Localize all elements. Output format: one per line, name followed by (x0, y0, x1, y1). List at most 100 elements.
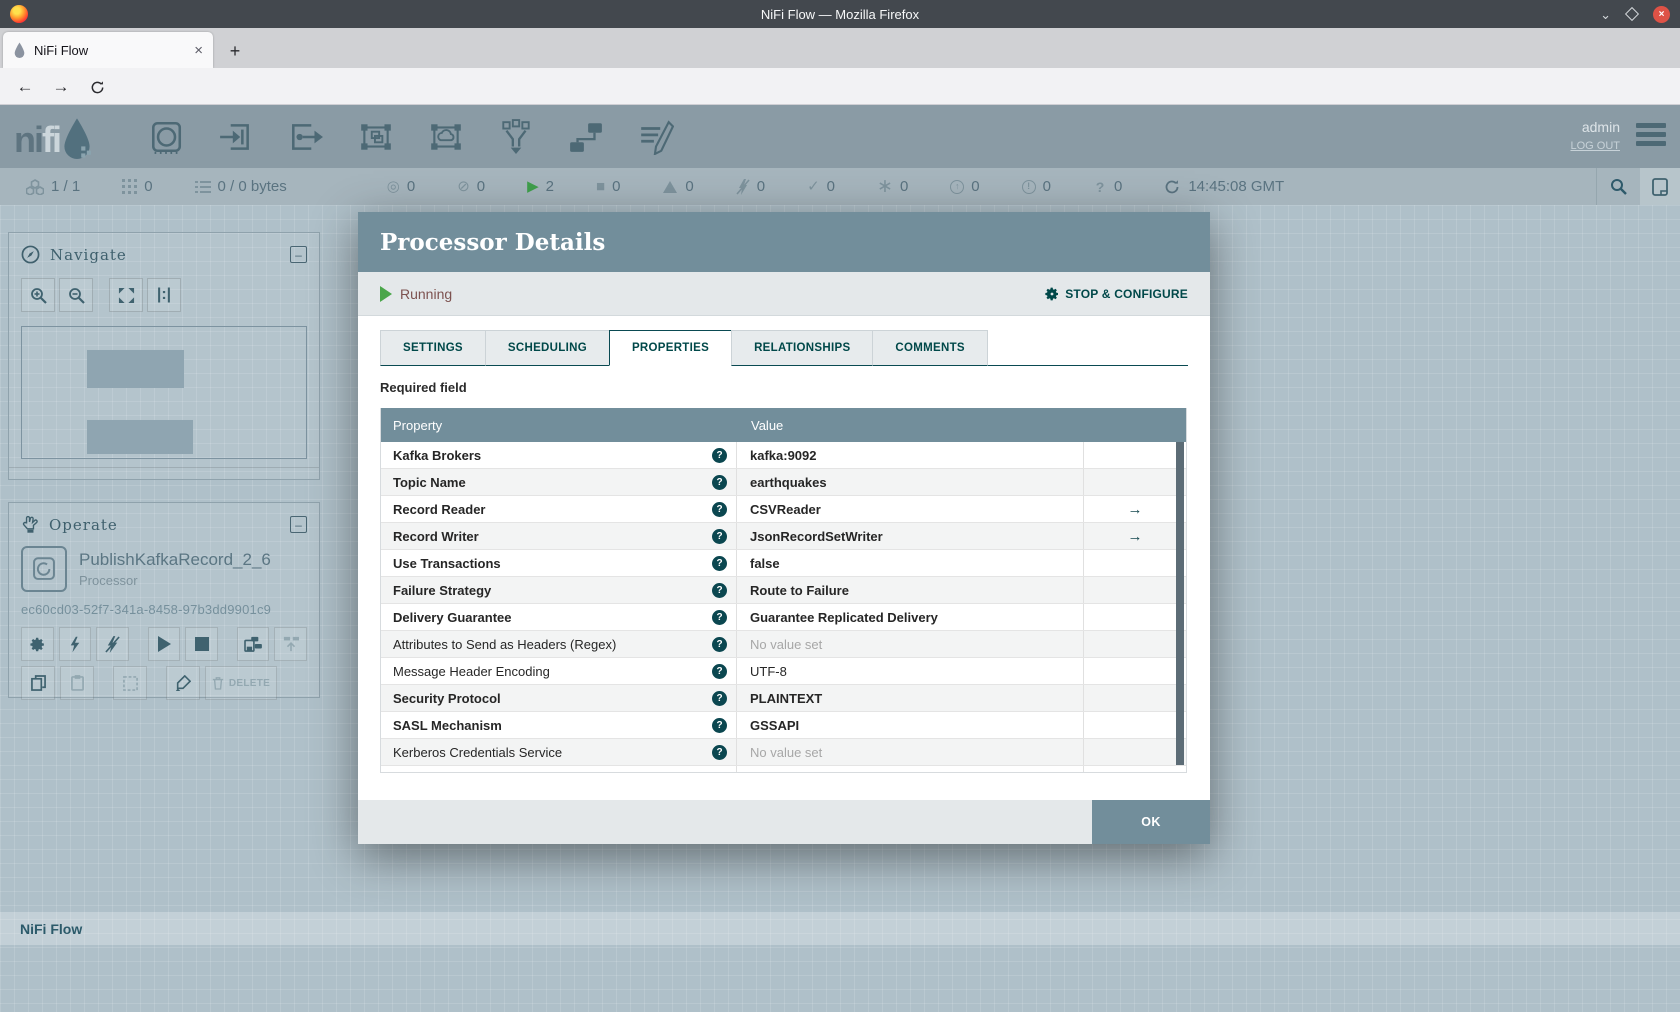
table-row[interactable]: Record Writer? JsonRecordSetWriter → (381, 523, 1186, 550)
table-row[interactable]: Kerberos Credentials Service? No value s… (381, 739, 1186, 766)
zoom-fit-button[interactable] (109, 278, 143, 312)
go-to-service-arrow[interactable]: → (1084, 496, 1186, 522)
help-icon[interactable]: ? (712, 717, 727, 733)
dialog-status-row: Running STOP & CONFIGURE (358, 272, 1210, 316)
new-tab-button[interactable]: + (222, 38, 248, 64)
value-column-header: Value (751, 417, 784, 433)
zoom-in-button[interactable] (21, 278, 55, 312)
save-flow-version-button[interactable] (236, 627, 270, 661)
zoom-out-button[interactable] (59, 278, 93, 312)
tab-relationships[interactable]: RELATIONSHIPS (731, 330, 874, 366)
disable-button[interactable] (96, 627, 130, 661)
browser-tab[interactable]: NiFi Flow × (3, 32, 213, 68)
table-row[interactable]: Failure Strategy? Route to Failure (381, 577, 1186, 604)
tab-scheduling[interactable]: SCHEDULING (484, 330, 610, 366)
running-state-icon (380, 285, 392, 302)
table-row[interactable]: Attributes to Send as Headers (Regex)? N… (381, 631, 1186, 658)
table-row[interactable]: Use Transactions? false (381, 550, 1186, 577)
output-port-icon[interactable] (288, 119, 324, 155)
breadcrumb[interactable]: NiFi Flow (20, 921, 82, 937)
minimap-component (87, 420, 193, 454)
collapse-navigate-button[interactable]: – (290, 246, 307, 263)
collapse-operate-button[interactable]: – (290, 516, 307, 533)
help-icon[interactable]: ? (712, 555, 727, 571)
enable-button[interactable] (58, 627, 92, 661)
table-row[interactable]: Topic Name? earthquakes (381, 469, 1186, 496)
input-port-icon[interactable] (218, 119, 254, 155)
forward-button[interactable]: → (46, 73, 76, 101)
table-row[interactable]: Record Reader? CSVReader → (381, 496, 1186, 523)
tab-settings[interactable]: SETTINGS (380, 330, 486, 366)
reload-button[interactable] (82, 73, 112, 101)
window-maximize-icon[interactable] (1624, 6, 1640, 22)
window-close-icon[interactable]: × (1653, 5, 1670, 23)
birdseye-minimap[interactable] (21, 326, 307, 459)
last-refresh: 14:45:08 GMT (1164, 178, 1284, 195)
configure-button[interactable] (21, 627, 54, 661)
window-shade-icon[interactable]: ⌄ (1600, 8, 1611, 21)
queued-icon (194, 180, 211, 193)
zoom-actual-size-button[interactable]: |:| (147, 278, 181, 312)
table-row[interactable]: Kerberos Service Name? No value set (381, 766, 1186, 772)
transmitting-icon: ◎ (386, 178, 400, 195)
stop-button[interactable] (185, 627, 218, 661)
back-button[interactable]: ← (10, 73, 40, 101)
group-button[interactable] (113, 666, 147, 700)
table-scrollbar[interactable] (1176, 442, 1184, 765)
search-button[interactable] (1596, 168, 1640, 205)
help-icon[interactable]: ? (712, 528, 727, 544)
help-icon[interactable]: ? (712, 744, 727, 760)
table-row[interactable]: Kafka Brokers? kafka:9092 (381, 442, 1186, 469)
table-row[interactable]: SASL Mechanism? GSSAPI (381, 712, 1186, 739)
funnel-icon[interactable] (498, 119, 534, 155)
table-row[interactable]: Security Protocol? PLAINTEXT (381, 685, 1186, 712)
help-icon[interactable]: ? (712, 690, 727, 706)
minimap-component (87, 350, 184, 388)
go-to-service-arrow[interactable]: → (1084, 523, 1186, 549)
help-icon[interactable]: ? (712, 609, 727, 625)
ok-button[interactable]: OK (1092, 800, 1210, 844)
stop-and-configure-button[interactable]: STOP & CONFIGURE (1044, 286, 1188, 302)
processor-icon[interactable] (148, 119, 184, 155)
table-row[interactable]: Message Header Encoding? UTF-8 (381, 658, 1186, 685)
copy-button[interactable] (21, 666, 55, 700)
logout-link[interactable]: LOG OUT (1570, 140, 1620, 152)
help-icon[interactable]: ? (712, 663, 727, 679)
help-icon[interactable]: ? (712, 582, 727, 598)
nifi-header: nifi admin LOG OUT (0, 105, 1680, 168)
navigate-palette: Navigate – |:| (8, 232, 320, 480)
dialog-footer: OK (358, 800, 1210, 844)
configure-gear-icon (1045, 287, 1059, 300)
tab-comments[interactable]: COMMENTS (872, 330, 988, 366)
revert-flow-version-button[interactable] (274, 627, 307, 661)
refresh-icon[interactable] (1164, 179, 1180, 195)
delete-button[interactable]: DELETE (205, 666, 277, 700)
help-icon[interactable]: ? (712, 474, 727, 490)
help-icon[interactable]: ? (712, 501, 727, 517)
bulletin-panel-button[interactable] (1640, 168, 1680, 205)
status-stale: ↑ 0 (950, 178, 980, 195)
not-transmitting-icon: ⊘ (457, 178, 470, 195)
remote-process-group-icon[interactable] (428, 119, 464, 155)
help-icon[interactable]: ? (712, 636, 727, 652)
global-menu-icon[interactable] (1636, 123, 1666, 146)
template-icon[interactable] (568, 119, 604, 155)
nifi-statusbar: 1 / 1 0 0 / 0 bytes ◎ 0 ⊘ 0 ▶ 2 ■ 0 0 0 … (0, 168, 1680, 205)
properties-table-body: Kafka Brokers? kafka:9092 Topic Name? ea… (381, 442, 1186, 772)
required-field-note: Required field (380, 380, 467, 395)
color-button[interactable] (166, 666, 200, 700)
process-group-icon[interactable] (358, 119, 394, 155)
tab-close-icon[interactable]: × (194, 43, 203, 58)
paste-button[interactable] (60, 666, 94, 700)
table-row[interactable]: Delivery Guarantee? Guarantee Replicated… (381, 604, 1186, 631)
status-active-threads: 0 (122, 178, 153, 195)
nifi-drop-icon (64, 118, 91, 159)
nifi-logo-text: nifi (14, 119, 62, 160)
label-icon[interactable] (638, 119, 674, 155)
status-running: ▶ 2 (527, 178, 554, 195)
start-button[interactable] (147, 627, 181, 661)
help-icon[interactable]: ? (712, 447, 727, 463)
bolt-slash-icon (105, 635, 120, 653)
tab-properties[interactable]: PROPERTIES (608, 330, 733, 366)
nifi-favicon-drop-icon (14, 42, 25, 58)
